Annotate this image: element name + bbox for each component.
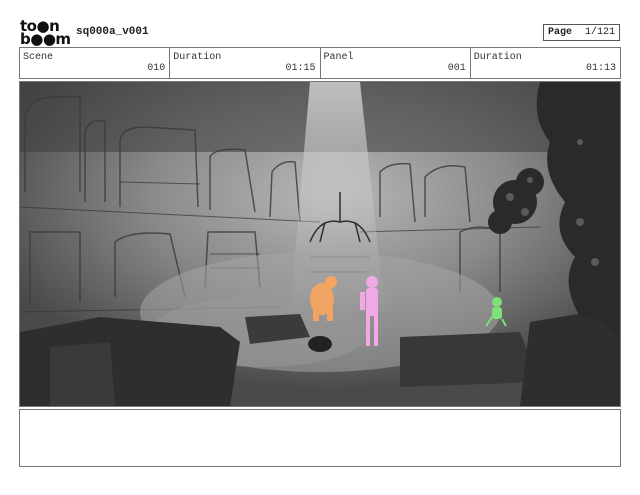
panel-duration-value: 01:13 (585, 63, 616, 74)
sketch-illustration (20, 82, 620, 406)
panel-info-row: Scene 010 Duration 01:15 Panel 001 Durat… (19, 47, 621, 79)
scene-duration-value: 01:15 (285, 63, 316, 74)
scene-label: Scene (23, 52, 54, 63)
page-label: Page (548, 27, 573, 38)
panel-cell: Panel 001 (321, 48, 471, 78)
scene-cell: Scene 010 (20, 48, 171, 78)
sequence-title: sq000a_v001 (76, 26, 149, 38)
page-number: 1/121 (584, 27, 615, 38)
panel-duration-label: Duration (473, 52, 522, 63)
scene-value: 010 (147, 63, 166, 74)
scene-duration-label: Duration (173, 52, 222, 63)
panel-notes-box[interactable] (19, 409, 621, 467)
panel-value: 001 (447, 63, 466, 74)
scene-duration-cell: Duration 01:15 (170, 48, 321, 78)
toonboom-logo: to●n b●●m (20, 19, 71, 48)
panel-label: Panel (323, 52, 354, 63)
panel-duration-cell: Duration 01:13 (471, 48, 620, 78)
page-indicator: Page 1/121 (543, 24, 620, 41)
storyboard-panel-image[interactable] (19, 81, 621, 407)
logo-line-2: b●●m (20, 30, 71, 48)
